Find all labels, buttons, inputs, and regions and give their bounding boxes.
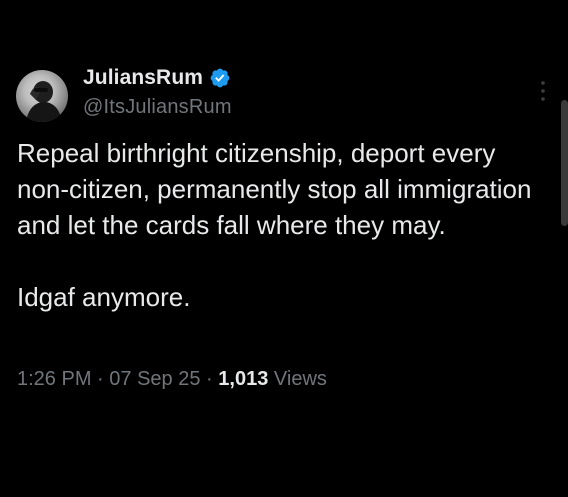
display-name[interactable]: JuliansRum [83,66,203,90]
tweet-paragraph: Idgaf anymore. [17,282,191,312]
name-row: JuliansRum [83,64,232,92]
tweet-paragraph: Repeal birthright citizenship, deport ev… [17,138,532,240]
views-count: 1,013 [218,368,269,390]
tweet-meta: 1:26 PM · 07 Sep 25 · 1,013 Views [17,368,327,391]
handle[interactable]: @ItsJuliansRum [83,96,232,119]
meta-separator: · [97,368,104,390]
tweet-header: JuliansRum @ItsJuliansRum [83,64,232,124]
views-label: Views [273,368,327,390]
avatar[interactable] [16,70,68,122]
more-vertical-icon[interactable] [538,80,548,102]
verified-badge-icon[interactable] [209,67,231,89]
tweet-date[interactable]: 07 Sep 25 [109,368,200,390]
meta-separator: · [206,368,213,390]
tweet: JuliansRum @ItsJuliansRum Repeal birthri… [0,0,568,497]
scrollbar[interactable] [561,100,568,226]
tweet-text: Repeal birthright citizenship, deport ev… [17,135,552,315]
tweet-time[interactable]: 1:26 PM [17,368,91,390]
